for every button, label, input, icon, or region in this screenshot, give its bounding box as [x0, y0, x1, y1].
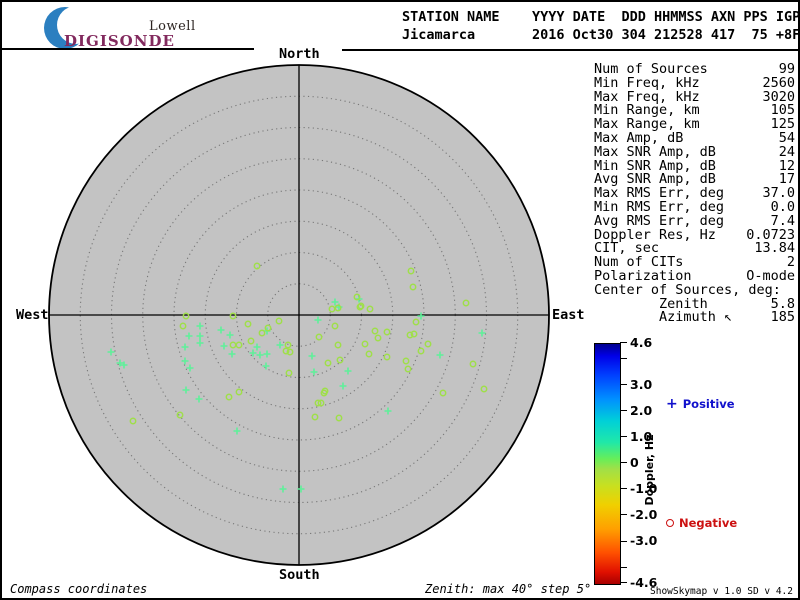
- stat-label: Azimuth ↖: [659, 309, 733, 326]
- compass-label-south: South: [279, 567, 320, 583]
- colorbar-tick: [620, 410, 627, 412]
- footer-zenith-note: Zenith: max 40° step 5°: [425, 582, 592, 596]
- colorbar-tick-label: 3.0: [630, 376, 653, 392]
- compass-label-east: East: [552, 307, 585, 323]
- footer-coordinates-note: Compass coordinates: [10, 582, 148, 596]
- colorbar-tick: [620, 566, 627, 568]
- colorbar-tick: [620, 488, 627, 490]
- colorbar-tick: [620, 514, 627, 516]
- colorbar-tick: [620, 436, 627, 438]
- colorbar-axis-label: Doppler, Hz: [643, 434, 656, 506]
- skymap-window: Lowell DIGISONDE STATION NAME YYYY DATE …: [0, 0, 800, 600]
- legend-negative-label: Negative: [679, 516, 738, 530]
- colorbar-tick-label: -3.0: [630, 533, 658, 549]
- digisonde-logo: Lowell DIGISONDE: [40, 5, 250, 50]
- colorbar-tick: [620, 383, 627, 385]
- legend-negative: Negative: [666, 516, 737, 530]
- colorbar-tick-label: 2.0: [630, 402, 653, 418]
- doppler-colorbar: [594, 343, 621, 585]
- compass-label-north: North: [279, 46, 320, 62]
- compass-label-west: West: [16, 307, 49, 323]
- stat-row: Azimuth ↖ 185: [594, 311, 795, 325]
- stat-value: 185: [770, 309, 795, 326]
- header-divider: [342, 49, 798, 51]
- colorbar-tick: [620, 462, 627, 464]
- negative-circle-icon: [666, 519, 674, 527]
- colorbar-tick: [620, 342, 627, 344]
- stats-panel: Num of Sources 99 Min Freq, kHz 2560 Max Fre…: [594, 62, 795, 325]
- colorbar-tick-label: 4.6: [630, 335, 653, 350]
- legend-positive: + Positive: [666, 397, 735, 411]
- footer-version-note: ShowSkymap v 1.0 SD v 4.2: [650, 586, 793, 597]
- colorbar-tick: [620, 357, 627, 359]
- colorbar-tick: [620, 540, 627, 542]
- header-station-values: Jicamarca 2016 Oct30 304 212528 417 75 +…: [402, 27, 800, 43]
- logo-divider: [2, 48, 254, 50]
- colorbar-tick: [620, 582, 627, 584]
- legend-positive-label: Positive: [682, 397, 735, 411]
- positive-plus-icon: +: [666, 396, 678, 412]
- colorbar-tick-label: 0: [630, 455, 639, 470]
- header-column-labels: STATION NAME YYYY DATE DDD HHMMSS AXN PP…: [402, 9, 800, 25]
